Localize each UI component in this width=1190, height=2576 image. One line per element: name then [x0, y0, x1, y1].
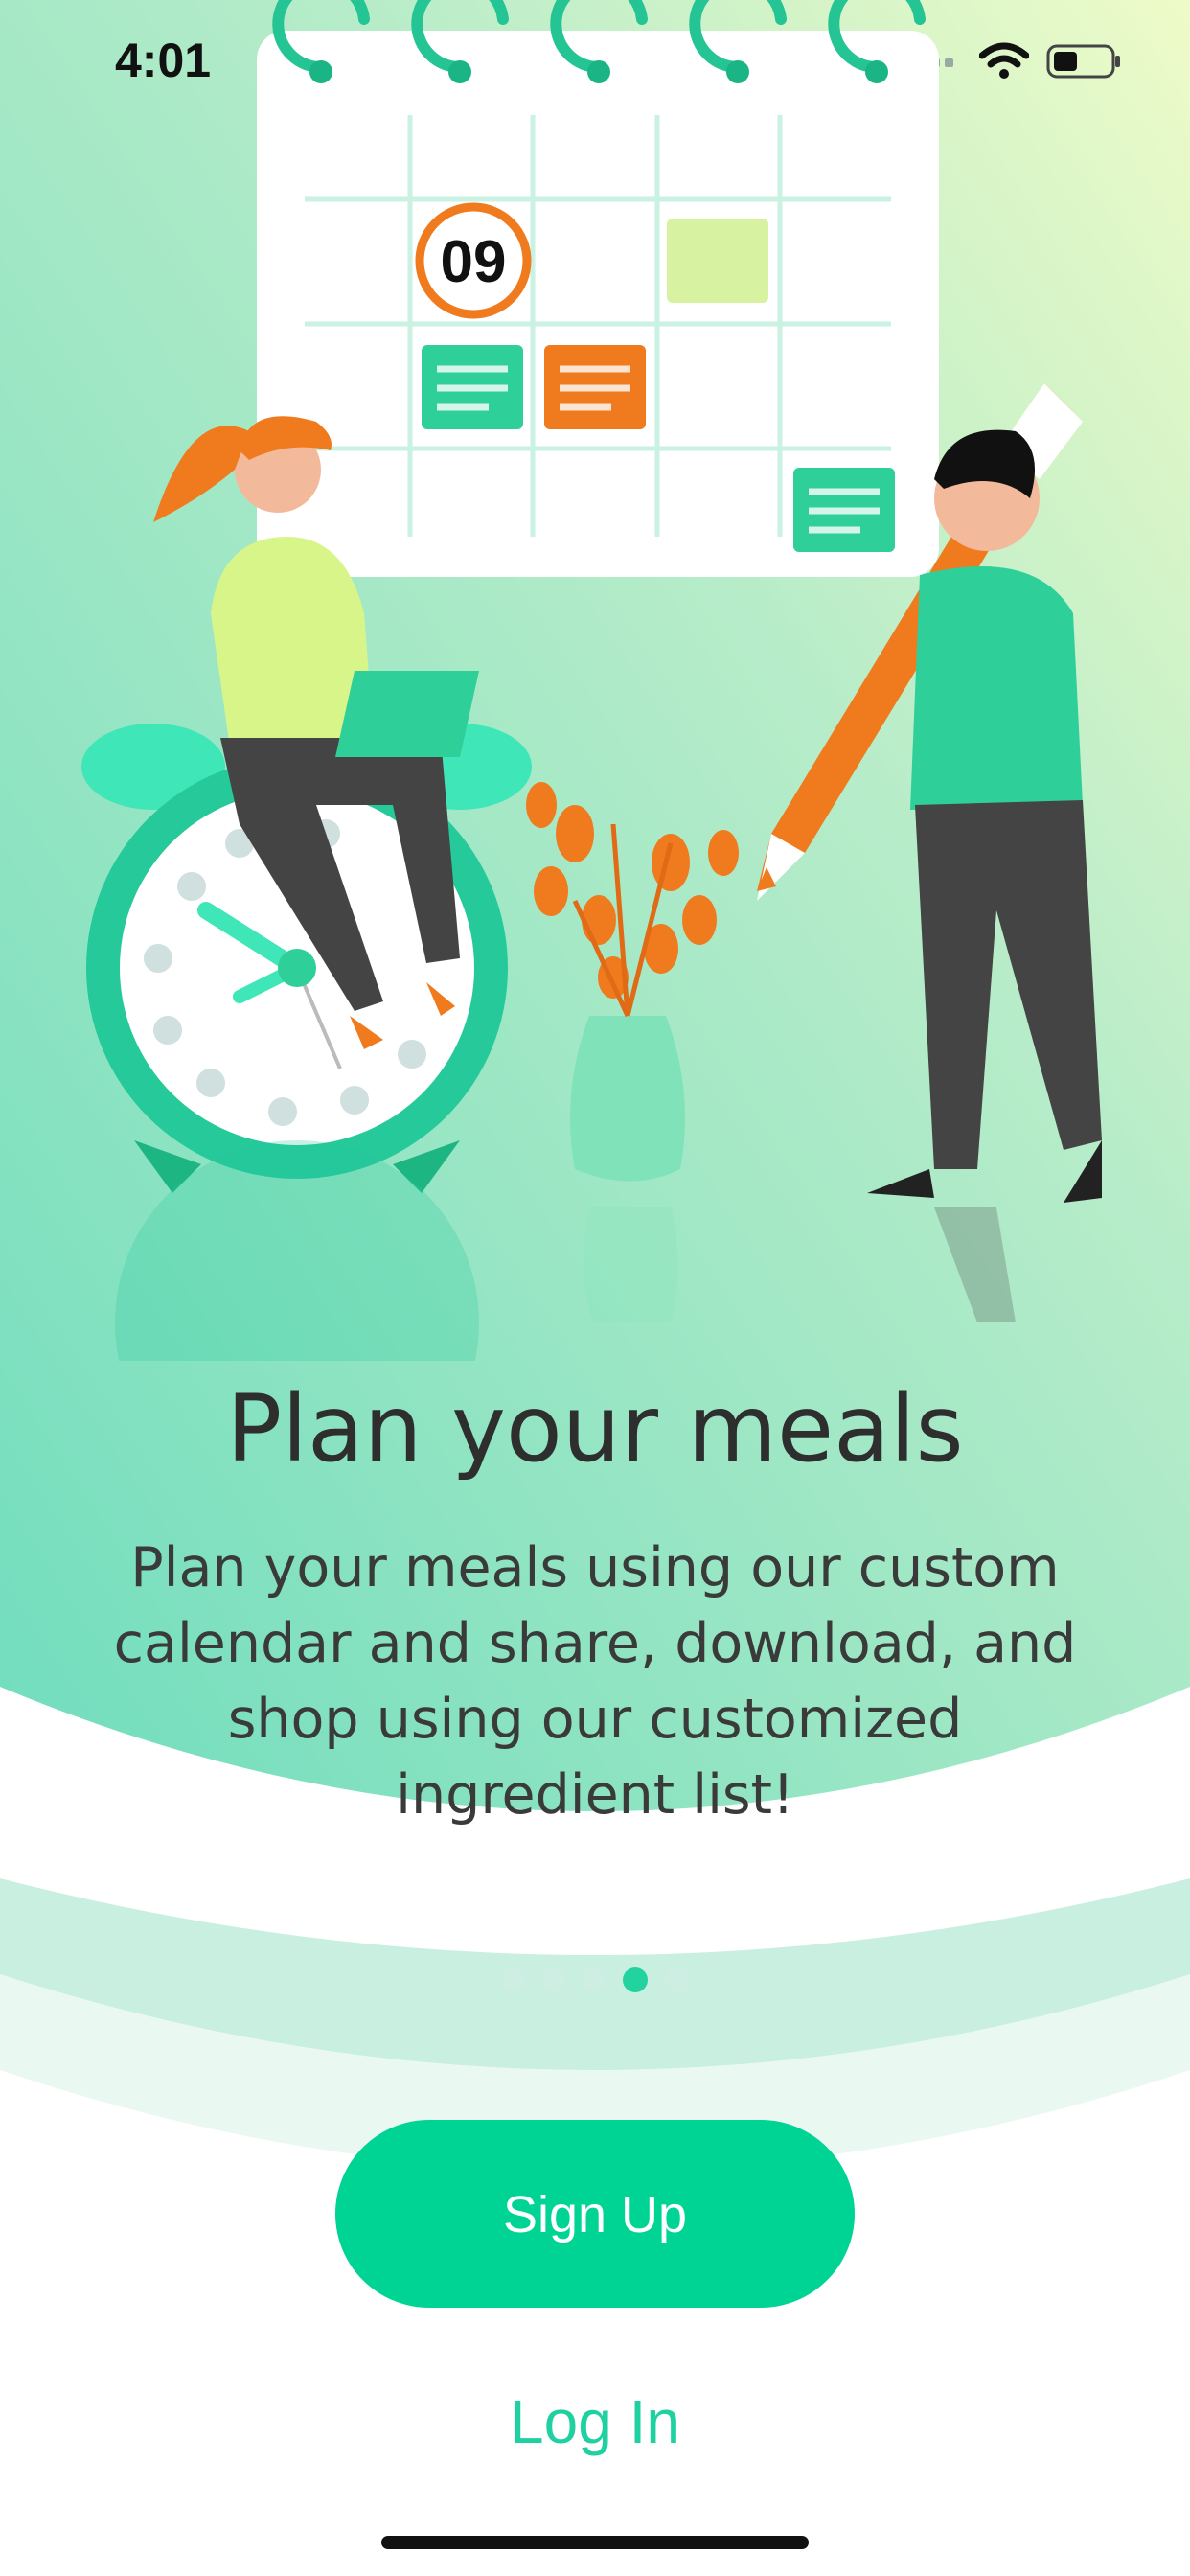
calendar-graphic: 09 [257, 0, 939, 577]
onboarding-description: Plan your meals using our custom calenda… [113, 1536, 1077, 1827]
page-dot-1[interactable] [502, 1968, 525, 1991]
page-dot-5[interactable] [665, 1968, 688, 1991]
sign-up-button[interactable]: Sign Up [335, 2120, 855, 2308]
potted-plant-graphic [526, 782, 739, 1182]
page-dot-4-active[interactable] [623, 1967, 648, 1992]
meal-planning-illustration: 09 [81, 0, 1102, 1361]
floor-reflection [115, 1140, 1016, 1361]
page-indicator[interactable] [0, 1967, 1190, 1992]
calendar-date: 09 [441, 229, 507, 295]
onboarding-title: Plan your meals [226, 1375, 964, 1483]
home-indicator[interactable] [381, 2536, 809, 2549]
page-dot-2[interactable] [542, 1968, 565, 1991]
log-in-link[interactable]: Log In [0, 2386, 1190, 2457]
page-dot-3[interactable] [583, 1968, 606, 1991]
